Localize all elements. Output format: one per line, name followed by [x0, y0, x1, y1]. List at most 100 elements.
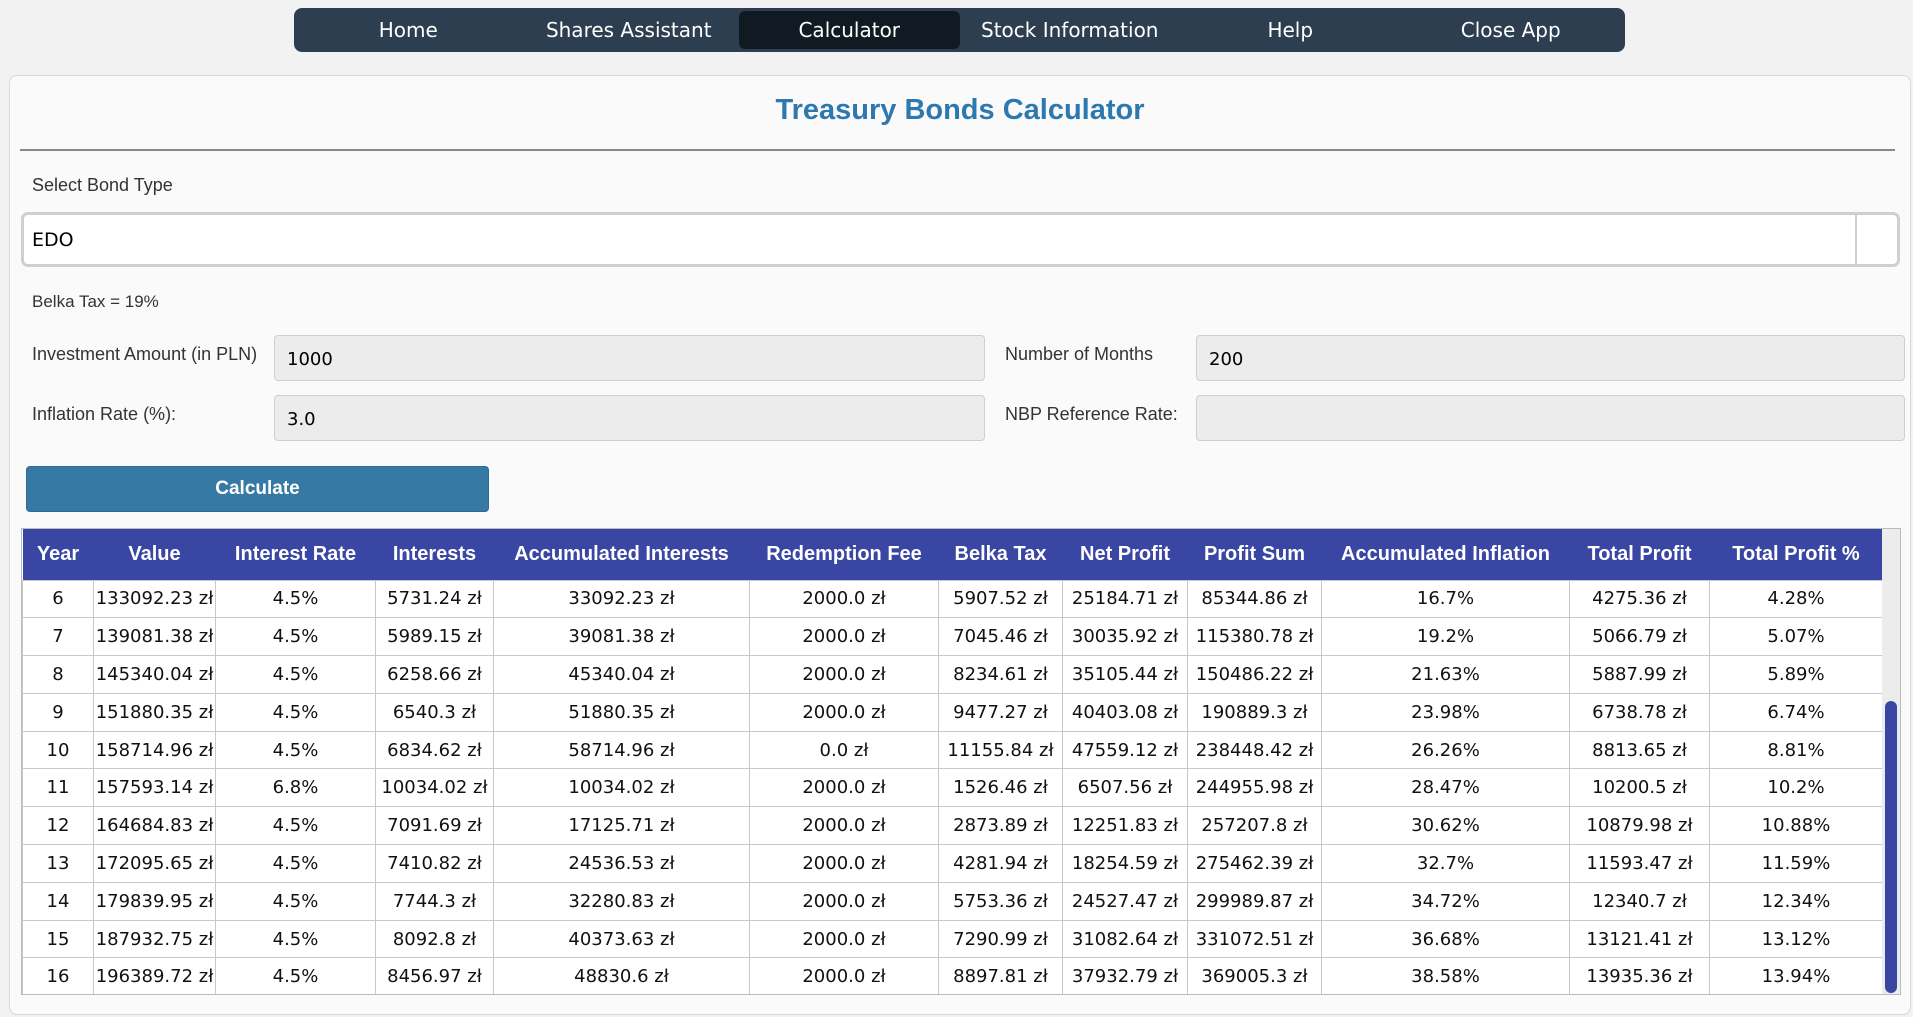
scrollbar-thumb[interactable] [1885, 701, 1897, 993]
table-cell: 2000.0 zł [749, 881, 939, 921]
table-cell: 5.07% [1709, 617, 1883, 657]
nav-close-app[interactable]: Close App [1401, 11, 1622, 49]
results-table-container[interactable]: Year Value Interest Rate Interests Accum… [21, 528, 1901, 995]
table-cell: 5.89% [1709, 655, 1883, 694]
table-cell: 190889.3 zł [1187, 692, 1322, 732]
header-value: Value [93, 529, 216, 580]
months-input[interactable]: 200 [1196, 335, 1905, 381]
table-cell: 2000.0 zł [749, 768, 939, 808]
table-cell: 6834.62 zł [375, 730, 494, 770]
table-cell: 34.72% [1321, 881, 1570, 921]
table-cell: 7091.69 zł [375, 806, 494, 846]
table-cell: 23.98% [1321, 692, 1570, 732]
table-cell: 139081.38 zł [93, 617, 216, 657]
table-cell: 4.5% [215, 655, 376, 694]
table-cell: 4275.36 zł [1569, 579, 1710, 619]
table-cell: 85344.86 zł [1187, 579, 1322, 619]
table-cell: 10.88% [1709, 806, 1883, 846]
table-cell: 10200.5 zł [1569, 768, 1710, 808]
table-cell: 12.34% [1709, 881, 1883, 921]
table-cell: 8.81% [1709, 730, 1883, 770]
table-cell: 4.5% [215, 579, 376, 619]
inflation-input[interactable]: 3.0 [274, 395, 985, 441]
table-cell: 13 [22, 844, 94, 883]
table-cell: 33092.23 zł [493, 579, 750, 619]
table-cell: 4.5% [215, 692, 376, 732]
table-cell: 31082.64 zł [1062, 919, 1188, 959]
nav-home[interactable]: Home [298, 11, 519, 49]
bond-type-label: Select Bond Type [32, 175, 173, 195]
table-cell: 8897.81 zł [938, 957, 1063, 994]
table-cell: 8 [22, 655, 94, 694]
nav-help[interactable]: Help [1180, 11, 1401, 49]
table-cell: 8092.8 zł [375, 919, 494, 959]
table-cell: 164684.83 zł [93, 806, 216, 846]
calculate-button[interactable]: Calculate [26, 466, 489, 512]
nav-calculator[interactable]: Calculator [739, 11, 960, 49]
investment-input[interactable]: 1000 [274, 335, 985, 381]
table-cell: 6.74% [1709, 692, 1883, 732]
title-divider [20, 149, 1895, 151]
bond-type-value: EDO [32, 229, 74, 251]
table-cell: 133092.23 zł [93, 579, 216, 619]
inflation-label: Inflation Rate (%): [32, 404, 177, 424]
calculator-panel: Treasury Bonds Calculator Select Bond Ty… [9, 75, 1911, 1015]
header-belka-tax: Belka Tax [938, 529, 1063, 580]
table-cell: 28.47% [1321, 768, 1570, 808]
table-cell: 7 [22, 617, 94, 657]
table-cell: 2000.0 zł [749, 957, 939, 994]
table-cell: 299989.87 zł [1187, 881, 1322, 921]
table-cell: 0.0 zł [749, 730, 939, 770]
header-interests: Interests [375, 529, 494, 580]
table-scrollbar[interactable] [1882, 529, 1900, 994]
header-accumulated-interests: Accumulated Interests [493, 529, 750, 580]
header-accumulated-inflation: Accumulated Inflation [1321, 529, 1570, 580]
header-total-profit-percent: Total Profit % [1709, 529, 1883, 580]
table-cell: 2000.0 zł [749, 919, 939, 959]
table-row: 10 158714.96 zł 4.5% 6834.62 zł 58714.96 zł 0… [22, 730, 1883, 770]
table-cell: 58714.96 zł [493, 730, 750, 770]
table-cell: 25184.71 zł [1062, 579, 1188, 619]
table-cell: 24536.53 zł [493, 844, 750, 883]
table-cell: 10 [22, 730, 94, 770]
table-cell: 40373.63 zł [493, 919, 750, 959]
nbp-input[interactable] [1196, 395, 1905, 441]
table-cell: 39081.38 zł [493, 617, 750, 657]
bond-type-select[interactable]: EDO [21, 212, 1900, 267]
table-header-row: Year Value Interest Rate Interests Accum… [22, 529, 1883, 580]
table-cell: 5731.24 zł [375, 579, 494, 619]
table-cell: 12 [22, 806, 94, 846]
table-cell: 2000.0 zł [749, 844, 939, 883]
table-cell: 275462.39 zł [1187, 844, 1322, 883]
table-cell: 369005.3 zł [1187, 957, 1322, 994]
results-table: Year Value Interest Rate Interests Accum… [22, 529, 1883, 994]
table-body: 6 133092.23 zł 4.5% 5731.24 zł 33092.23 zł 20… [22, 579, 1883, 994]
table-cell: 8813.65 zł [1569, 730, 1710, 770]
page-title: Treasury Bonds Calculator [775, 94, 1145, 126]
table-cell: 36.68% [1321, 919, 1570, 959]
table-cell: 6258.66 zł [375, 655, 494, 694]
table-cell: 158714.96 zł [93, 730, 216, 770]
dropdown-button[interactable] [1855, 215, 1897, 264]
table-cell: 10034.02 zł [375, 768, 494, 808]
table-cell: 2000.0 zł [749, 617, 939, 657]
nav-stock-information[interactable]: Stock Information [960, 11, 1181, 49]
table-cell: 35105.44 zł [1062, 655, 1188, 694]
table-cell: 6738.78 zł [1569, 692, 1710, 732]
table-row: 6 133092.23 zł 4.5% 5731.24 zł 33092.23 zł 20… [22, 579, 1883, 619]
header-total-profit: Total Profit [1569, 529, 1710, 580]
table-cell: 4.28% [1709, 579, 1883, 619]
table-cell: 2000.0 zł [749, 692, 939, 732]
table-cell: 7410.82 zł [375, 844, 494, 883]
table-row: 8 145340.04 zł 4.5% 6258.66 zł 45340.04 zł 20… [22, 655, 1883, 694]
months-label: Number of Months [1005, 344, 1154, 364]
table-cell: 4281.94 zł [938, 844, 1063, 883]
header-net-profit: Net Profit [1062, 529, 1188, 580]
table-cell: 331072.51 zł [1187, 919, 1322, 959]
table-row: 7 139081.38 zł 4.5% 5989.15 zł 39081.38 zł 20… [22, 617, 1883, 657]
table-cell: 18254.59 zł [1062, 844, 1188, 883]
table-cell: 13.12% [1709, 919, 1883, 959]
nav-shares-assistant[interactable]: Shares Assistant [519, 11, 740, 49]
table-cell: 12251.83 zł [1062, 806, 1188, 846]
table-cell: 115380.78 zł [1187, 617, 1322, 657]
